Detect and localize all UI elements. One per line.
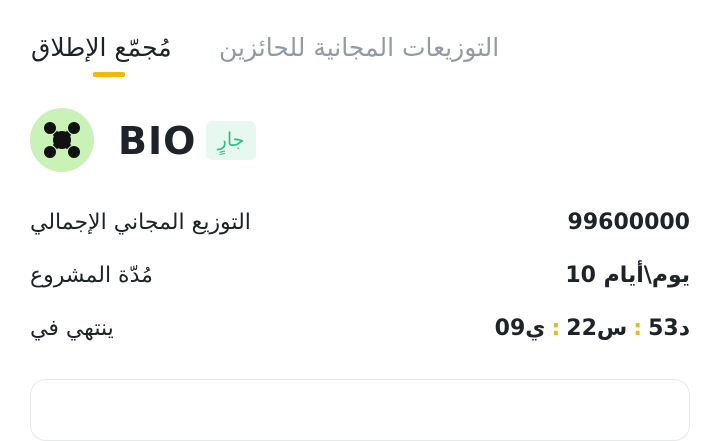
status-badge: جارٍ: [206, 121, 256, 160]
ends-in-row: ينتهي في 09ي : 22س : 53د: [30, 309, 690, 349]
total-airdrop-value: 99600000: [567, 210, 690, 235]
subscription-card: [30, 379, 690, 441]
total-airdrop-label: التوزيع المجاني الإجمالي: [30, 210, 251, 235]
tab-bar: مُجمّع الإطلاق التوزيعات المجانية للحائز…: [31, 28, 690, 78]
bio-molecule-icon: [30, 108, 94, 172]
project-duration-row: مُدّة المشروع 10 يوم\أيام: [30, 256, 690, 296]
countdown-separator: :: [633, 316, 643, 341]
tab-holder-airdrops[interactable]: التوزيعات المجانية للحائزين: [219, 28, 499, 68]
countdown-days: 09ي: [494, 316, 546, 341]
project-duration-value: 10 يوم\أيام: [565, 263, 690, 288]
tab-launchpool[interactable]: مُجمّع الإطلاق: [31, 28, 172, 68]
total-airdrop-row: التوزيع المجاني الإجمالي 99600000: [30, 203, 690, 243]
token-name: BIO: [118, 119, 197, 163]
countdown-hours: 22س: [566, 316, 628, 341]
project-duration-label: مُدّة المشروع: [30, 263, 153, 288]
ends-in-label: ينتهي في: [30, 316, 114, 341]
active-tab-indicator: [93, 72, 125, 77]
countdown-timer: 09ي : 22س : 53د: [495, 309, 690, 349]
countdown-minutes: 53د: [648, 316, 690, 341]
countdown-separator: :: [551, 316, 561, 341]
